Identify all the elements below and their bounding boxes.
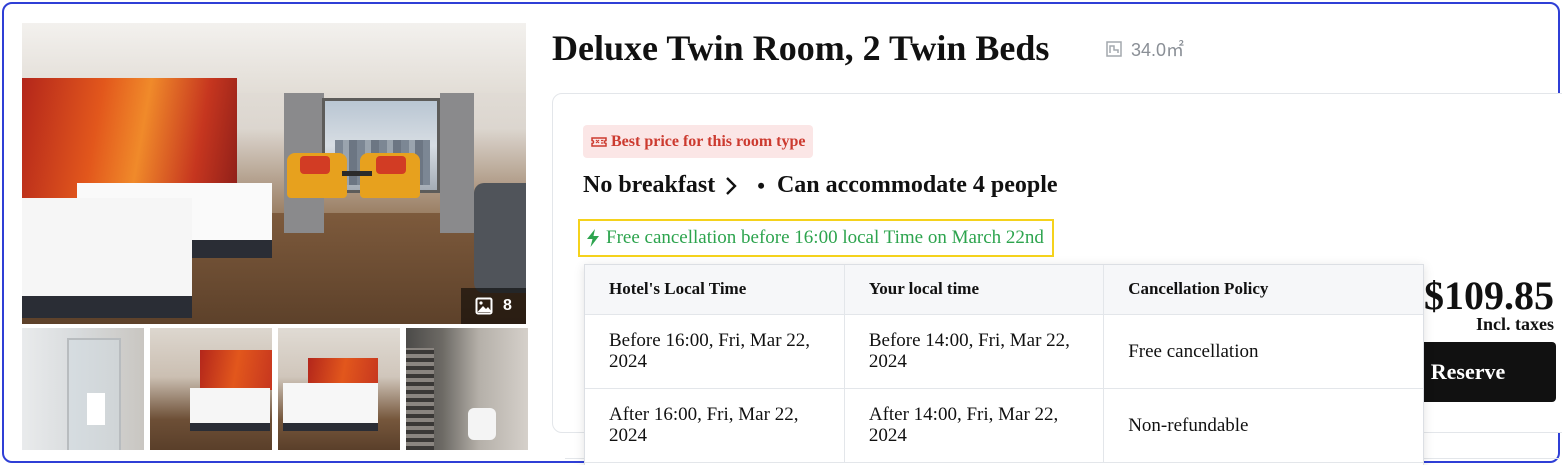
thumbnail-photo[interactable] <box>406 328 528 450</box>
table-row: Before 16:00, Fri, Mar 22, 2024 Before 1… <box>585 314 1423 389</box>
table-cell: Before 14:00, Fri, Mar 22, 2024 <box>844 314 1105 389</box>
floor-area-icon <box>1106 41 1122 57</box>
table-cell: Free cancellation <box>1103 314 1423 389</box>
thumbnail-photo[interactable] <box>150 328 272 450</box>
column-header: Hotel's Local Time <box>585 265 845 315</box>
table-cell: After 16:00, Fri, Mar 22, 2024 <box>585 388 845 463</box>
thumbnail-photo[interactable] <box>22 328 144 450</box>
photo-count-button[interactable]: 8 <box>461 288 526 324</box>
lightning-icon <box>587 229 599 247</box>
room-size: 34.0㎡ <box>1105 36 1184 62</box>
free-cancellation-text: Free cancellation before 16:00 local Tim… <box>606 227 1044 248</box>
table-cell: Before 16:00, Fri, Mar 22, 2024 <box>585 314 845 389</box>
column-header: Cancellation Policy <box>1103 265 1423 315</box>
cancellation-policy-table: Hotel's Local Time Your local time Cance… <box>585 265 1423 463</box>
ticket-icon <box>591 136 607 147</box>
image-icon <box>475 297 493 315</box>
price: $109.85 <box>1424 273 1554 318</box>
free-cancellation-link[interactable]: Free cancellation before 16:00 local Tim… <box>578 219 1054 257</box>
table-row: After 16:00, Fri, Mar 22, 2024 After 14:… <box>585 388 1423 463</box>
table-cell: Non-refundable <box>1103 388 1423 463</box>
meal-plan[interactable]: No breakfast <box>583 172 715 199</box>
best-price-label: Best price for this room type <box>611 132 806 150</box>
table-cell: After 14:00, Fri, Mar 22, 2024 <box>844 388 1105 463</box>
main-room-photo[interactable] <box>22 23 526 324</box>
capacity-text: Can accommodate 4 people <box>776 172 1058 198</box>
photo-count-label: 8 <box>503 297 512 314</box>
column-header: Your local time <box>844 265 1105 315</box>
room-size-value: 34.0㎡ <box>1131 40 1185 60</box>
cancellation-policy-popover: Hotel's Local Time Your local time Cance… <box>584 264 1424 465</box>
chevron-right-icon[interactable] <box>721 175 741 197</box>
tax-note: Incl. taxes <box>1476 314 1554 334</box>
meal-capacity-line: No breakfast • Can accommodate 4 people <box>583 172 1058 199</box>
table-header-row: Hotel's Local Time Your local time Cance… <box>585 265 1423 315</box>
separator-dot: • <box>757 172 765 198</box>
room-title: Deluxe Twin Room, 2 Twin Beds <box>552 28 1050 68</box>
best-price-badge: Best price for this room type <box>583 125 814 158</box>
thumbnail-photo[interactable] <box>278 328 400 450</box>
